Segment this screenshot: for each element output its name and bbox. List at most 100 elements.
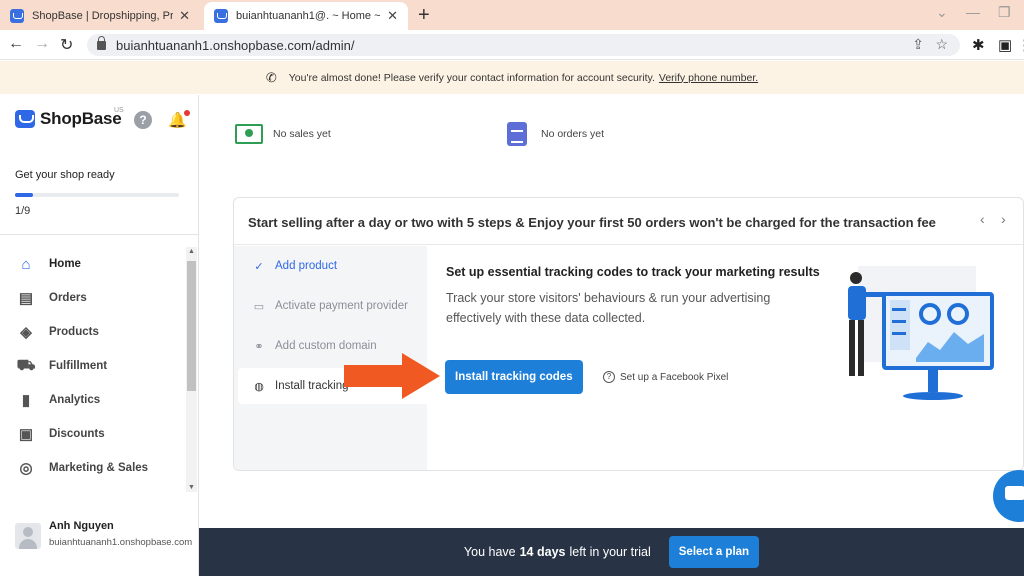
- discount-icon: ▣: [18, 426, 34, 443]
- clipboard-icon: [507, 122, 527, 146]
- sidebar-item-fulfillment[interactable]: ⛟ Fulfillment: [0, 349, 184, 383]
- step-add-product[interactable]: ✓ Add product: [238, 248, 427, 284]
- step-activate-payment[interactable]: ▭ Activate payment provider: [238, 288, 427, 324]
- notification-bell-icon[interactable]: 🔔: [168, 110, 190, 129]
- credit-card-icon: ▭: [253, 300, 265, 313]
- orders-stat-text: No orders yet: [541, 128, 605, 140]
- browser-toolbar: ← → ↻ buianhtuananh1.onshopbase.com/admi…: [0, 30, 1024, 60]
- onboarding-header: Start selling after a day or two with 5 …: [234, 198, 1023, 245]
- chevron-left-icon[interactable]: ‹: [980, 211, 985, 227]
- question-circle-icon: ?: [603, 371, 615, 383]
- sidebar-item-label: Fulfillment: [49, 360, 108, 372]
- trial-suffix: left in your trial: [569, 545, 651, 559]
- sales-stat: No sales yet: [235, 124, 331, 144]
- sidebar: ShopBase US ? 🔔 Get your shop ready 1/9 …: [0, 95, 199, 576]
- browser-tab-home[interactable]: buianhtuananh1@. ~ Home ~ Sh ✕: [204, 2, 408, 30]
- banner-text: You're almost done! Please verify your c…: [288, 71, 655, 84]
- lock-icon: [97, 35, 106, 50]
- user-name: Anh Nguyen: [49, 520, 114, 532]
- sidebar-item-label: Discounts: [49, 428, 105, 440]
- step-label: Activate payment provider: [275, 300, 408, 312]
- tab-title: ShopBase | Dropshipping, Print-o: [32, 10, 174, 22]
- help-icon[interactable]: ?: [134, 111, 152, 129]
- minimize-icon[interactable]: —: [966, 4, 980, 20]
- facebook-pixel-link[interactable]: ? Set up a Facebook Pixel: [603, 371, 728, 383]
- step-content-title: Set up essential tracking codes to track…: [446, 265, 820, 279]
- chat-support-button[interactable]: [993, 470, 1024, 522]
- install-tracking-codes-button[interactable]: Install tracking codes: [445, 360, 583, 394]
- step-label: Add product: [275, 260, 338, 272]
- analytics-illustration: [848, 266, 994, 400]
- step-content-description: Track your store visitors' behaviours & …: [446, 291, 771, 325]
- side-panel-icon[interactable]: ▣: [998, 36, 1012, 54]
- sidebar-divider: [0, 234, 199, 235]
- sidebar-item-label: Orders: [49, 292, 87, 304]
- sidebar-menu: ⌂ Home ▤ Orders ◈ Products ⛟ Fulfillment…: [0, 247, 184, 485]
- sales-stat-text: No sales yet: [273, 128, 331, 140]
- shopbase-logo[interactable]: ShopBase US: [15, 107, 124, 129]
- address-bar[interactable]: buianhtuananh1.onshopbase.com/admin/ ⇪ ☆: [87, 34, 960, 56]
- cart-icon: ⛟: [16, 356, 36, 374]
- sidebar-item-products[interactable]: ◈ Products: [0, 315, 184, 349]
- sidebar-item-marketing[interactable]: ◎ Marketing & Sales: [0, 451, 184, 485]
- share-icon[interactable]: ⇪: [912, 36, 924, 53]
- close-tab-icon[interactable]: ✕: [179, 8, 190, 24]
- sidebar-item-label: Analytics: [49, 394, 101, 406]
- step-content: Set up essential tracking codes to track…: [446, 262, 826, 328]
- shop-ready-progress-fill: [15, 193, 34, 197]
- orders-stat: No orders yet: [507, 122, 604, 146]
- trial-bar: You have 14 days left in your trial Sele…: [199, 528, 1024, 576]
- shop-ready-progress-bar: [15, 193, 179, 197]
- user-account[interactable]: Anh Nguyen buianhtuananh1.onshopbase.com: [15, 520, 192, 549]
- shop-ready-count: 1/9: [15, 205, 31, 217]
- sidebar-item-home[interactable]: ⌂ Home: [0, 247, 184, 281]
- bar-chart-icon: ▮: [21, 392, 31, 409]
- close-tab-icon[interactable]: ✕: [387, 8, 398, 24]
- new-tab-button[interactable]: +: [418, 4, 430, 27]
- shopbase-favicon-icon: [10, 9, 24, 23]
- notification-dot: [183, 110, 190, 116]
- browser-tab-shopbase[interactable]: ShopBase | Dropshipping, Print-o ✕: [0, 2, 200, 30]
- step-label: Add custom domain: [275, 340, 377, 352]
- tag-icon: ◈: [20, 324, 32, 341]
- select-plan-button[interactable]: Select a plan: [668, 536, 760, 568]
- step-label: Install tracking: [275, 380, 349, 392]
- menu-dots-icon[interactable]: ⋮: [1017, 36, 1024, 54]
- forward-icon[interactable]: →: [34, 35, 50, 53]
- verify-phone-link[interactable]: Verify phone number.: [659, 72, 758, 84]
- globe-icon: ◍: [254, 380, 264, 393]
- restore-icon[interactable]: ❐: [998, 4, 1011, 21]
- phone-icon: ✆: [265, 69, 277, 85]
- chevron-right-icon[interactable]: ›: [1001, 211, 1006, 227]
- scrollbar-thumb[interactable]: [187, 261, 196, 391]
- sidebar-item-label: Home: [49, 258, 81, 270]
- extensions-icon[interactable]: ✱: [972, 36, 985, 54]
- trial-days: 14 days: [519, 545, 566, 559]
- clipboard-icon: ▤: [18, 290, 34, 307]
- user-shop-domain: buianhtuananh1.onshopbase.com: [49, 537, 193, 548]
- sidebar-item-orders[interactable]: ▤ Orders: [0, 281, 184, 315]
- sidebar-scrollbar[interactable]: ▲ ▼: [186, 247, 197, 492]
- back-icon[interactable]: ←: [8, 35, 24, 53]
- chevron-down-icon[interactable]: ⌄: [936, 4, 948, 21]
- sidebar-item-label: Products: [49, 326, 99, 338]
- scroll-down-icon[interactable]: ▼: [188, 484, 195, 491]
- avatar: [15, 523, 41, 549]
- bookmark-star-icon[interactable]: ☆: [935, 36, 948, 53]
- money-icon: [235, 124, 263, 144]
- verify-banner: ✆ You're almost done! Please verify your…: [0, 61, 1024, 94]
- url-text: buianhtuananh1.onshopbase.com/admin/: [116, 37, 355, 53]
- sidebar-item-discounts[interactable]: ▣ Discounts: [0, 417, 184, 451]
- home-icon: ⌂: [21, 255, 31, 273]
- shopbase-logo-icon: [15, 110, 35, 128]
- reload-icon[interactable]: ↻: [60, 35, 73, 55]
- orange-arrow-icon: [344, 353, 440, 399]
- region-badge: US: [114, 107, 124, 114]
- trial-prefix: You have: [463, 545, 516, 559]
- sidebar-item-analytics[interactable]: ▮ Analytics: [0, 383, 184, 417]
- sidebar-item-label: Marketing & Sales: [49, 462, 149, 474]
- browser-tab-bar: ShopBase | Dropshipping, Print-o ✕ buian…: [0, 0, 1024, 30]
- shop-ready-title[interactable]: Get your shop ready: [15, 169, 115, 181]
- tab-title: buianhtuananh1@. ~ Home ~ Sh: [236, 10, 382, 22]
- scroll-up-icon[interactable]: ▲: [188, 248, 195, 255]
